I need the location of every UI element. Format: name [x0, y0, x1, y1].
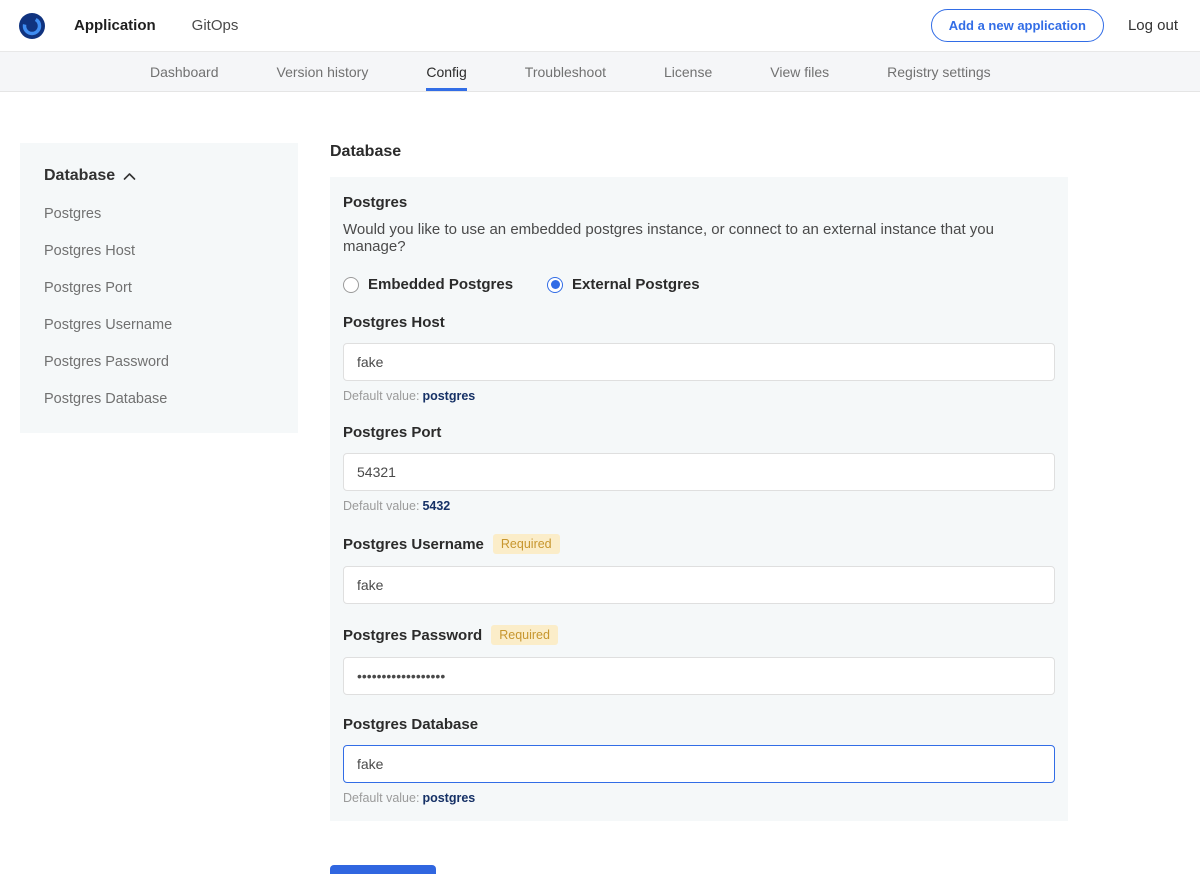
field-label: Postgres Username [343, 536, 484, 553]
radio-unselected-icon [343, 277, 359, 293]
default-value: postgres [422, 791, 475, 805]
default-value: 5432 [422, 499, 450, 513]
field-label: Postgres Host [343, 314, 445, 331]
postgres-database-input[interactable] [343, 745, 1055, 783]
postgres-help-text: Would you like to use an embedded postgr… [343, 221, 1055, 255]
field-postgres-port: Postgres Port Default value:5432 [343, 424, 1055, 513]
sidebar-group-label: Database [44, 167, 115, 185]
field-postgres-password: Postgres Password Required [343, 625, 1055, 695]
sidebar-item-list: Postgres Postgres Host Postgres Port Pos… [44, 206, 278, 407]
sidebar-item-postgres-host[interactable]: Postgres Host [44, 243, 278, 259]
field-postgres-database: Postgres Database Default value:postgres [343, 716, 1055, 805]
default-label: Default value: [343, 499, 419, 513]
default-value-line: Default value:postgres [343, 389, 1055, 403]
sidebar-item-postgres-username[interactable]: Postgres Username [44, 317, 278, 333]
save-config-button[interactable]: Save config [330, 865, 436, 874]
radio-dot [551, 280, 560, 289]
sidebar-item-postgres-password[interactable]: Postgres Password [44, 354, 278, 370]
logout-button[interactable]: Log out [1128, 17, 1178, 34]
postgres-host-input[interactable] [343, 343, 1055, 381]
field-postgres-username: Postgres Username Required [343, 534, 1055, 604]
field-label: Postgres Database [343, 716, 478, 733]
default-label: Default value: [343, 791, 419, 805]
app-subnav: Dashboard Version history Config Trouble… [0, 52, 1200, 92]
postgres-mode-radio-group: Embedded Postgres External Postgres [343, 276, 1055, 293]
postgres-port-input[interactable] [343, 453, 1055, 491]
default-value: postgres [422, 389, 475, 403]
default-label: Default value: [343, 389, 419, 403]
sidebar-item-postgres[interactable]: Postgres [44, 206, 278, 222]
radio-selected-icon [547, 277, 563, 293]
default-value-line: Default value:postgres [343, 791, 1055, 805]
radio-external-postgres[interactable]: External Postgres [547, 276, 700, 293]
required-badge: Required [493, 534, 560, 554]
tab-version-history[interactable]: Version history [277, 52, 369, 91]
field-label: Postgres Port [343, 424, 441, 441]
tab-troubleshoot[interactable]: Troubleshoot [525, 52, 606, 91]
topnav-application[interactable]: Application [74, 17, 156, 34]
tab-view-files[interactable]: View files [770, 52, 829, 91]
topnav-gitops[interactable]: GitOps [192, 17, 239, 34]
radio-embedded-label: Embedded Postgres [368, 276, 513, 293]
add-new-application-button[interactable]: Add a new application [931, 9, 1104, 42]
main-area: Database Postgres Postgres Host Postgres… [0, 92, 1200, 874]
radio-embedded-postgres[interactable]: Embedded Postgres [343, 276, 513, 293]
config-sidebar: Database Postgres Postgres Host Postgres… [20, 143, 298, 433]
chevron-up-icon [123, 172, 136, 181]
config-content: Database Postgres Would you like to use … [330, 143, 1068, 874]
app-logo-icon [18, 12, 46, 40]
postgres-group-label: Postgres [343, 194, 1055, 211]
required-badge: Required [491, 625, 558, 645]
postgres-username-input[interactable] [343, 566, 1055, 604]
top-header: Application GitOps Add a new application… [0, 0, 1200, 52]
default-value-line: Default value:5432 [343, 499, 1055, 513]
radio-external-label: External Postgres [572, 276, 700, 293]
sidebar-item-postgres-port[interactable]: Postgres Port [44, 280, 278, 296]
sidebar-group-database[interactable]: Database [44, 167, 278, 185]
database-config-card: Postgres Would you like to use an embedd… [330, 177, 1068, 821]
tab-license[interactable]: License [664, 52, 712, 91]
page-title: Database [330, 143, 1068, 161]
field-postgres-host: Postgres Host Default value:postgres [343, 314, 1055, 403]
tab-registry-settings[interactable]: Registry settings [887, 52, 990, 91]
sidebar-item-postgres-database[interactable]: Postgres Database [44, 391, 278, 407]
field-label: Postgres Password [343, 627, 482, 644]
tab-config[interactable]: Config [426, 52, 466, 91]
tab-dashboard[interactable]: Dashboard [150, 52, 219, 91]
postgres-password-input[interactable] [343, 657, 1055, 695]
